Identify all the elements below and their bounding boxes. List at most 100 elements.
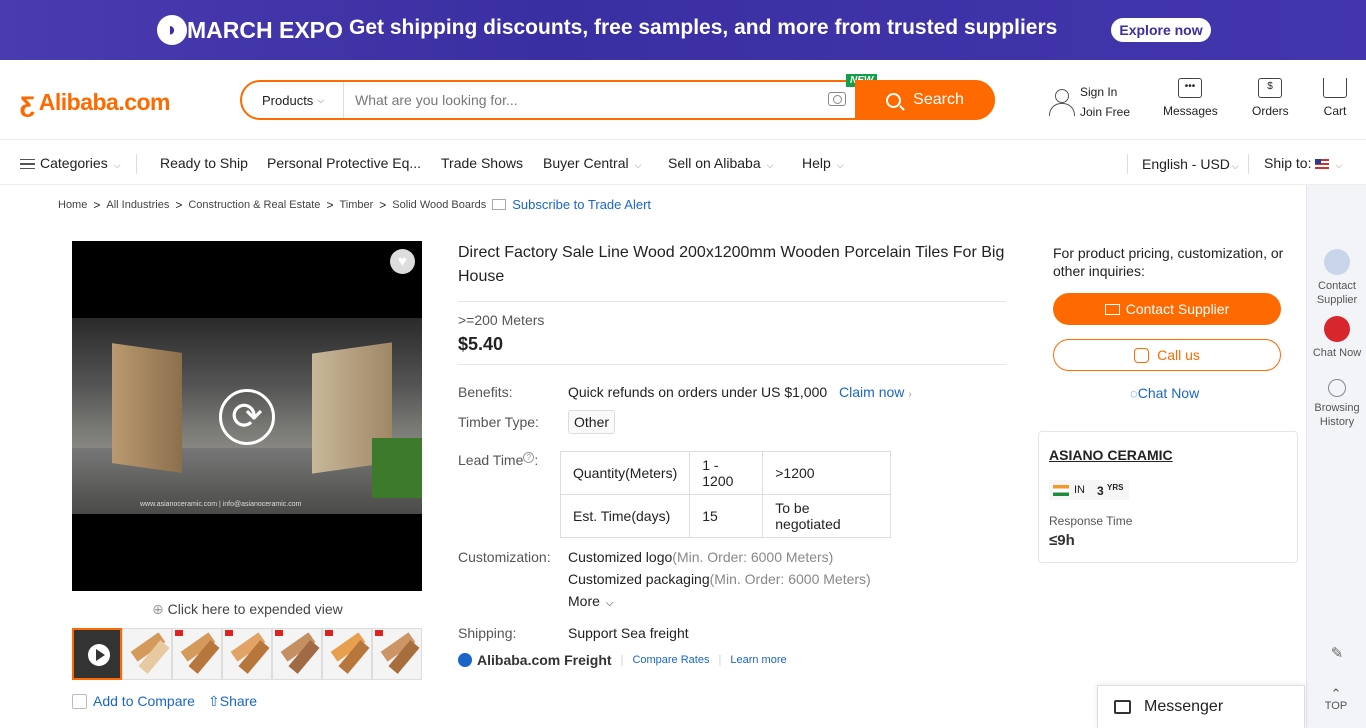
breadcrumb-timber[interactable]: Timber	[339, 199, 373, 211]
back-to-top-button[interactable]: ⌃ TOP	[1306, 687, 1366, 728]
join-free-link[interactable]: Join Free	[1080, 102, 1130, 122]
main-nav: Categories ⌵ Ready to Ship Personal Prote…	[0, 141, 1366, 185]
share-link[interactable]: ⇧Share	[208, 693, 257, 710]
alibaba-logo[interactable]: ƹ Alibaba.com	[20, 86, 171, 118]
thumbnail-image[interactable]	[222, 628, 272, 680]
messages-icon: •••	[1178, 78, 1202, 98]
supplier-avatar-icon	[1324, 316, 1350, 342]
compare-checkbox[interactable]	[72, 693, 87, 709]
help-label: Help	[802, 155, 831, 171]
right-rail: Contact Supplier Chat Now Browsing Histo…	[1306, 185, 1366, 728]
nav-help[interactable]: Help ⌵	[802, 155, 844, 171]
breadcrumb-construction[interactable]: Construction & Real Estate	[188, 199, 320, 211]
timber-type-label: Timber Type:	[458, 414, 539, 430]
categories-label: Categories	[40, 155, 108, 171]
camera-icon[interactable]	[828, 92, 846, 106]
categories-menu[interactable]: Categories ⌵	[20, 155, 121, 171]
search-icon	[886, 92, 902, 108]
thumbnail-video[interactable]	[72, 628, 122, 680]
contact-supplier-label: Contact Supplier	[1125, 301, 1230, 317]
product-title: Direct Factory Sale Line Wood 200x1200mm…	[458, 244, 1005, 285]
table-cell: Quantity(Meters)	[559, 451, 691, 495]
orders-label: Orders	[1252, 104, 1289, 118]
custom-packaging-option: Customized packaging(Min. Order: 6000 Me…	[568, 571, 871, 587]
lead-time-text: Lead Time	[458, 452, 524, 468]
supplier-country: IN	[1074, 484, 1085, 496]
rail-contact-supplier[interactable]: Contact Supplier	[1307, 249, 1366, 307]
breadcrumb-solid-wood-boards[interactable]: Solid Wood Boards	[392, 199, 486, 211]
add-to-compare[interactable]: Add to Compare	[72, 693, 195, 709]
rail-chat-now[interactable]: Chat Now	[1307, 316, 1366, 360]
breadcrumb: Home > All Industries > Construction & Rea…	[58, 197, 652, 212]
thumbnail-image[interactable]	[172, 628, 222, 680]
custom-logo-min: (Min. Order: 6000 Meters)	[672, 549, 834, 565]
orders-button[interactable]: $ Orders	[1252, 78, 1289, 118]
globe-icon	[458, 653, 472, 667]
site-header: ƹ Alibaba.com Products ⌵ NEW Search Sign…	[0, 60, 1366, 140]
claim-now-link[interactable]: Claim now ›	[839, 384, 912, 400]
search-input[interactable]	[344, 82, 814, 118]
thumbnail-image[interactable]	[272, 628, 322, 680]
benefits-value: Quick refunds on orders under US $1,000 …	[568, 384, 912, 400]
nav-trade-shows[interactable]: Trade Shows	[441, 155, 523, 171]
response-time-value: ≤9h	[1049, 532, 1075, 549]
cart-button[interactable]: Cart	[1322, 78, 1348, 118]
call-us-button[interactable]: Call us	[1053, 339, 1281, 371]
ship-to-selector[interactable]: Ship to: ⌵	[1264, 155, 1342, 171]
breadcrumb-home[interactable]: Home	[58, 199, 87, 211]
product-video-player[interactable]: www.asianoceramic.com | info@asianoceram…	[72, 241, 422, 591]
chat-now-link[interactable]: ◌Chat Now	[1130, 385, 1199, 401]
call-us-label: Call us	[1157, 347, 1200, 363]
messenger-bar[interactable]: Messenger	[1097, 685, 1305, 728]
menu-icon	[20, 159, 35, 170]
contact-supplier-button[interactable]: Contact Supplier	[1053, 293, 1281, 325]
search-category-select[interactable]: Products ⌵	[242, 82, 344, 118]
min-order-quantity: >=200 Meters	[458, 312, 545, 328]
chevron-down-icon: ⌵	[113, 160, 121, 170]
nav-personal-protective[interactable]: Personal Protective Eq...	[267, 155, 421, 171]
thumbnail-image[interactable]	[122, 628, 172, 680]
language-label: English - USD	[1142, 156, 1230, 172]
search-bar: Products ⌵ NEW Search	[240, 74, 995, 120]
user-icon[interactable]	[1047, 87, 1077, 117]
thumbnail-image[interactable]	[322, 628, 372, 680]
more-toggle[interactable]: More ⌵	[568, 593, 614, 609]
india-flag-icon	[1053, 484, 1069, 496]
compare-rates-link[interactable]: Compare Rates	[632, 654, 709, 666]
rail-history-label: Browsing History	[1314, 402, 1360, 428]
thumbnail-image[interactable]	[372, 628, 422, 680]
help-icon[interactable]: ?	[523, 452, 535, 463]
nav-buyer-central[interactable]: Buyer Central ⌵	[543, 155, 641, 171]
messenger-icon	[1114, 700, 1131, 714]
table-cell: >1200	[762, 451, 892, 495]
search-button[interactable]: Search	[855, 80, 995, 120]
sign-in-link[interactable]: Sign In	[1080, 82, 1130, 102]
language-selector[interactable]: English - USD ⌵	[1142, 156, 1239, 172]
rail-feedback[interactable]: ✎	[1307, 646, 1366, 662]
alibaba-swirl-icon: ƹ	[20, 86, 35, 117]
march-expo-logo: ◗ MARCH EXPO	[157, 15, 343, 45]
ship-to-label: Ship to:	[1264, 155, 1312, 171]
product-price: $5.40	[458, 334, 504, 354]
favorite-heart-icon[interactable]: ♥	[390, 249, 415, 274]
search-category-label: Products	[262, 92, 314, 108]
breadcrumb-all-industries[interactable]: All Industries	[106, 199, 169, 211]
subscribe-trade-alert-link[interactable]: Subscribe to Trade Alert	[512, 197, 651, 212]
rail-contact-label: Contact Supplier	[1316, 280, 1358, 306]
expo-circle-icon: ◗	[157, 15, 187, 45]
promo-banner[interactable]: ◗ MARCH EXPO Get shipping discounts, fre…	[0, 0, 1366, 60]
custom-logo-option: Customized logo(Min. Order: 6000 Meters)	[568, 549, 833, 565]
expand-view-link[interactable]: ⊕ Click here to expended view	[152, 601, 343, 618]
messages-button[interactable]: ••• Messages	[1163, 78, 1218, 118]
table-cell: Est. Time(days)	[559, 494, 691, 538]
explore-now-button[interactable]: Explore now	[1111, 18, 1211, 42]
nav-sell-on-alibaba[interactable]: Sell on Alibaba ⌵	[668, 155, 773, 171]
chat-now-label: Chat Now	[1137, 385, 1200, 401]
search-button-label: Search	[913, 91, 964, 108]
supplier-name-link[interactable]: ASIANO CERAMIC	[1049, 447, 1173, 463]
rail-browsing-history[interactable]: Browsing History	[1307, 379, 1366, 429]
chevron-down-icon: ⌵	[605, 598, 614, 609]
zoom-icon: ⊕	[152, 601, 164, 617]
learn-more-link[interactable]: Learn more	[730, 654, 786, 666]
nav-ready-to-ship[interactable]: Ready to Ship	[160, 155, 248, 171]
